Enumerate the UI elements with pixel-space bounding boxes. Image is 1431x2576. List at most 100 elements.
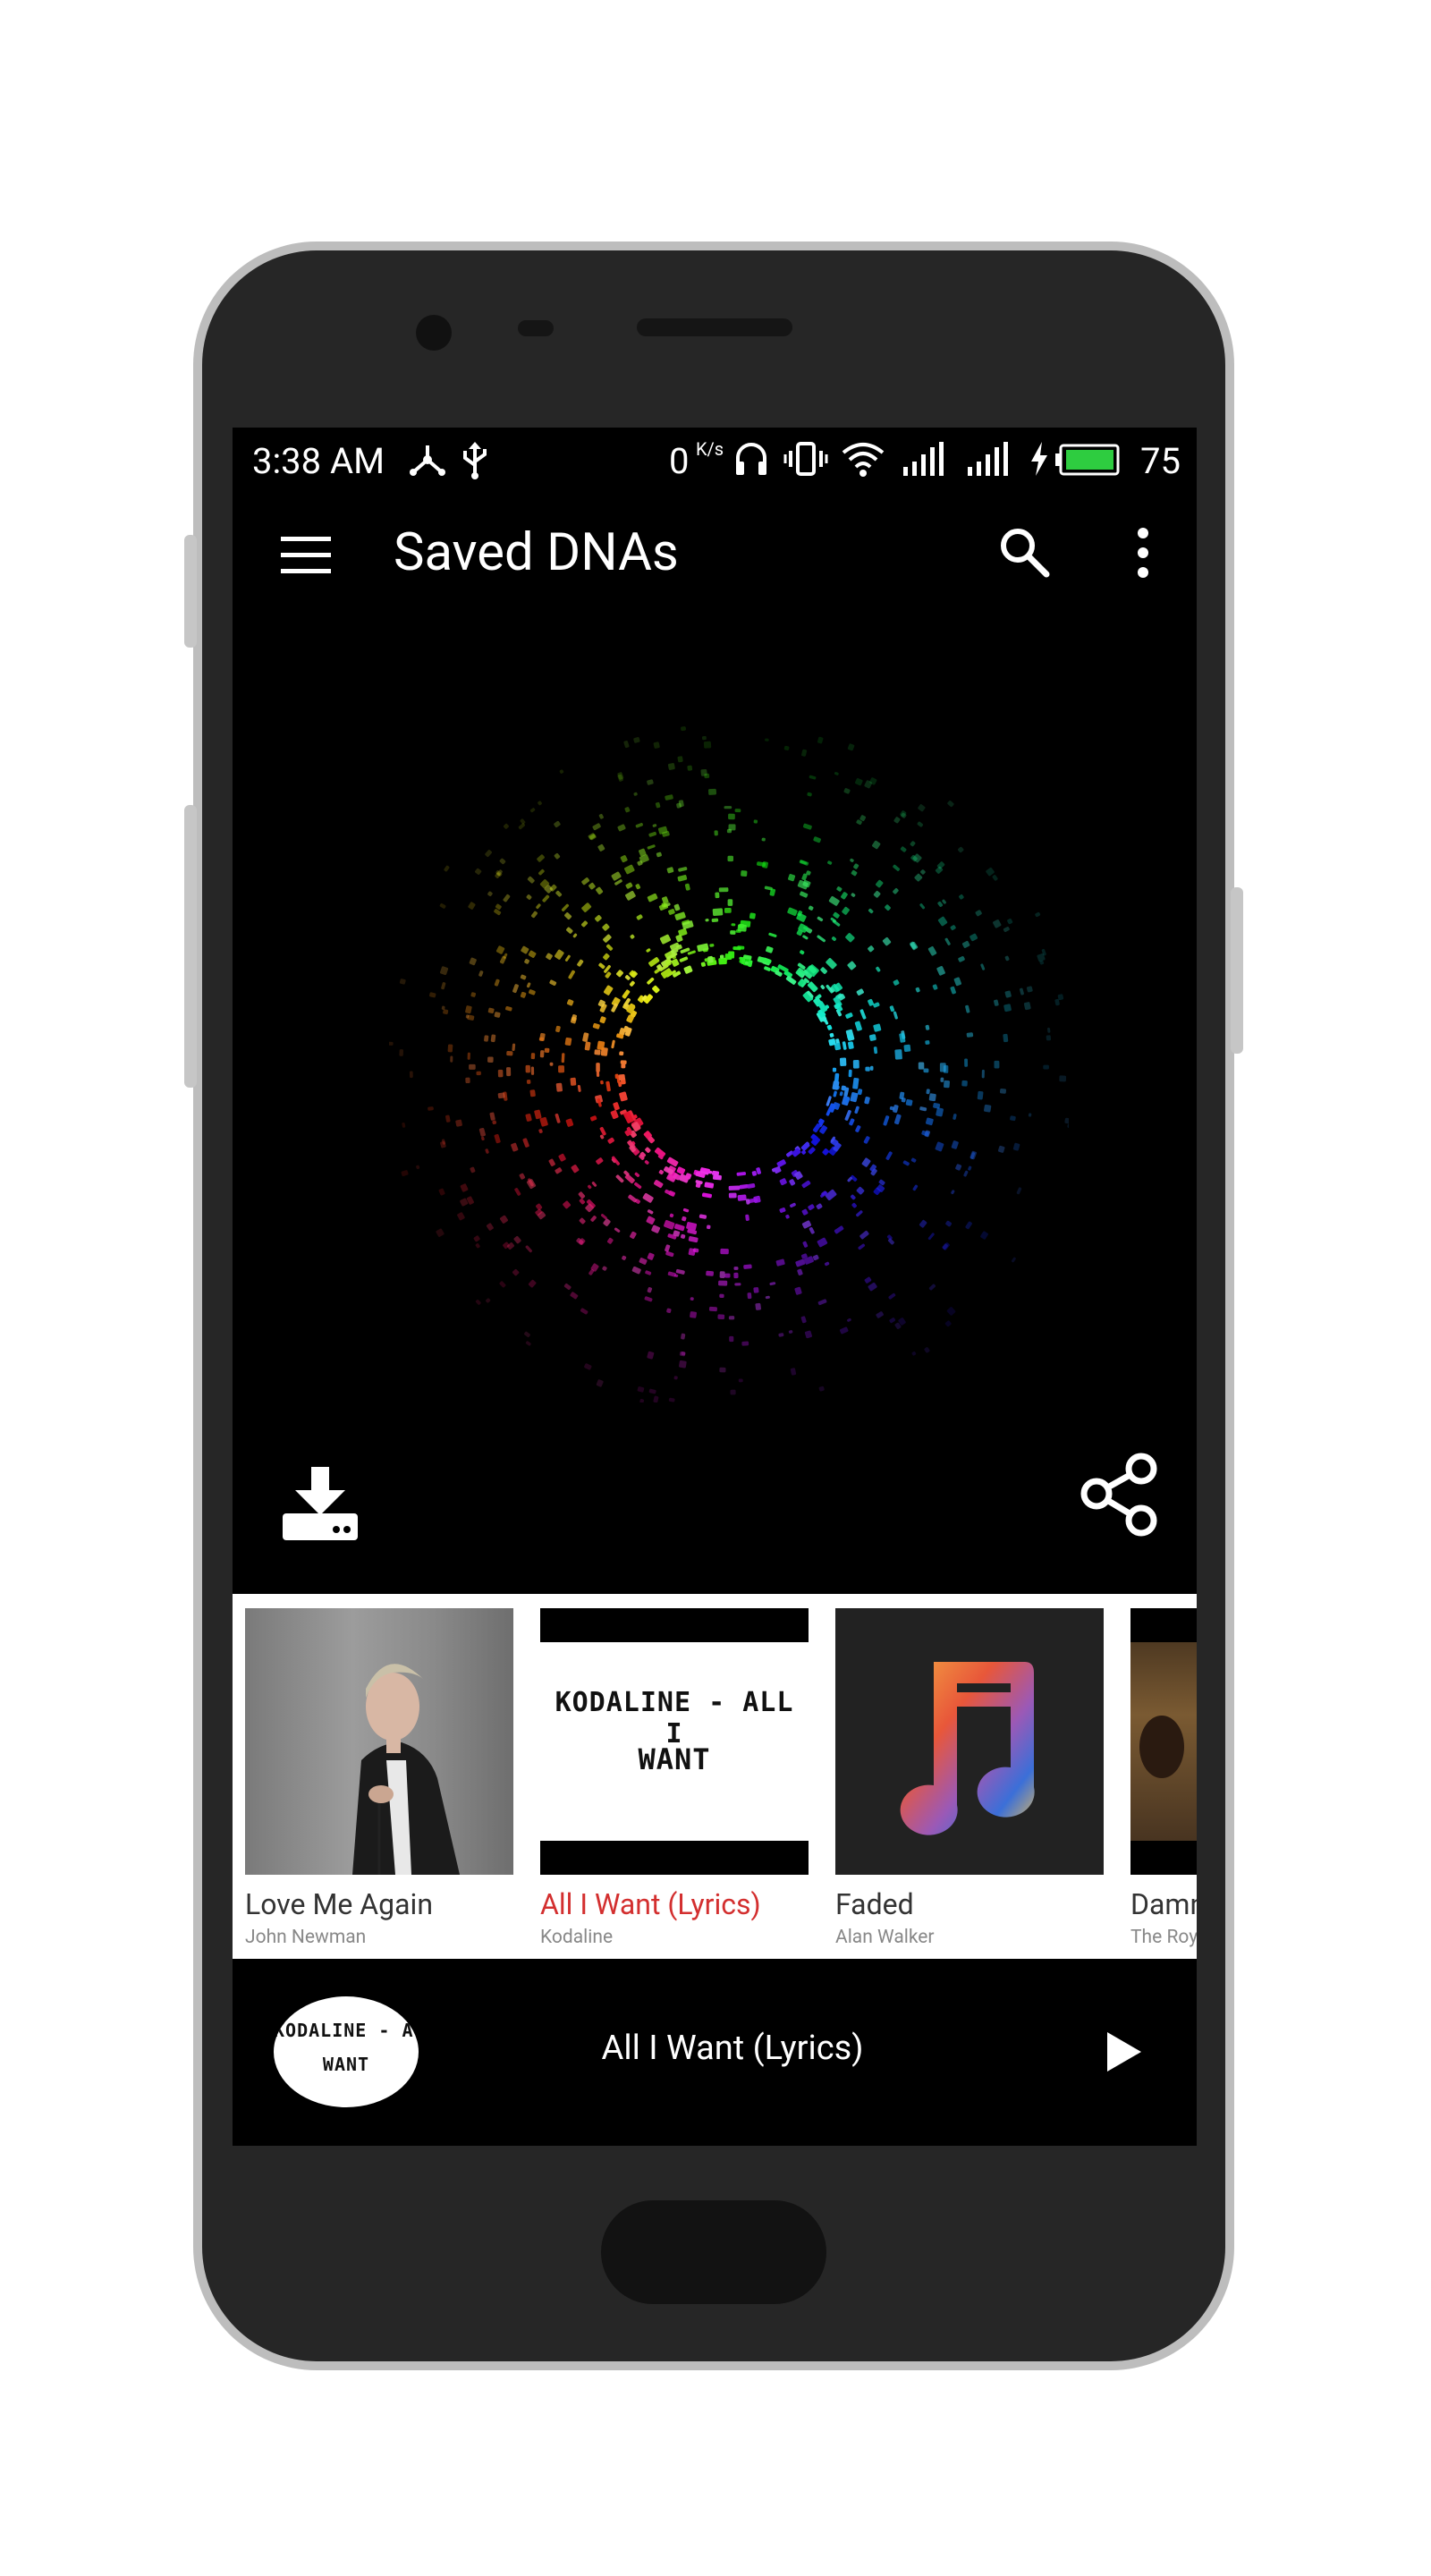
dna-particle	[485, 1148, 489, 1154]
home-button[interactable]	[601, 2200, 826, 2304]
dna-particle	[494, 909, 502, 916]
dna-particle	[822, 1148, 829, 1156]
dna-particle	[605, 1080, 611, 1092]
dna-particle	[647, 1209, 654, 1215]
dna-particle	[481, 1136, 485, 1141]
dna-particle	[809, 775, 817, 780]
battery-level: 75	[1140, 440, 1181, 482]
dna-particle	[565, 1118, 574, 1127]
download-icon[interactable]	[279, 1465, 361, 1542]
dna-particle	[475, 1299, 481, 1305]
dna-particle	[440, 966, 449, 976]
dna-particle	[947, 801, 954, 808]
dna-particle	[455, 1119, 462, 1127]
dna-particle	[970, 1150, 977, 1160]
page-title: Saved DNAs	[394, 522, 679, 583]
dna-particle	[634, 1172, 640, 1177]
dna-particle	[751, 1171, 758, 1176]
dna-particle	[797, 1268, 803, 1275]
play-icon[interactable]	[1104, 2030, 1143, 2073]
dna-particle	[868, 1034, 876, 1041]
list-item[interactable]: Faded Alan Walker	[835, 1608, 1104, 1959]
dna-particle	[631, 1266, 641, 1275]
dna-particle	[936, 1107, 944, 1117]
saved-songs-list[interactable]: Love Me Again John Newman KODALINE - ALL…	[233, 1594, 1197, 1959]
hamburger-menu-icon[interactable]	[279, 535, 333, 576]
dna-particle	[720, 1248, 729, 1255]
dna-particle	[633, 792, 638, 796]
list-item[interactable]: KODALINE - ALL I WANT All I Want (Lyrics…	[540, 1608, 809, 1959]
dna-particle	[527, 876, 535, 884]
dna-particle	[460, 1183, 469, 1192]
dna-particle	[836, 886, 843, 892]
dna-particle	[652, 824, 657, 827]
dna-particle	[401, 1170, 409, 1177]
dna-particle	[804, 1330, 812, 1339]
dna-particle	[734, 809, 741, 813]
search-icon[interactable]	[996, 524, 1054, 581]
dna-particle	[785, 1214, 790, 1219]
dna-particle	[399, 979, 406, 985]
dna-particle	[564, 954, 571, 962]
dna-particle	[555, 949, 564, 960]
dna-particle	[977, 1090, 984, 1100]
dna-particle	[570, 1077, 577, 1086]
more-vert-icon[interactable]	[1127, 524, 1159, 581]
dna-particle	[790, 1368, 797, 1376]
dna-particle	[817, 1237, 828, 1248]
dna-particle	[666, 1157, 679, 1167]
dna-particle	[779, 1178, 787, 1186]
dna-particle	[1026, 986, 1033, 993]
dna-particle	[734, 1283, 741, 1286]
dna-particle	[802, 935, 809, 940]
dna-particle	[570, 1292, 579, 1300]
dna-particle	[620, 855, 628, 863]
dna-particle	[704, 773, 710, 779]
dna-particle	[555, 1025, 561, 1033]
dna-particle	[1067, 1123, 1069, 1129]
dna-particle	[800, 891, 809, 898]
dna-particle	[674, 911, 686, 920]
dna-particle	[497, 1069, 504, 1078]
dna-particle	[944, 1080, 950, 1089]
dna-particle	[665, 1250, 674, 1258]
proximity-sensor	[518, 320, 554, 336]
dna-particle	[925, 1040, 930, 1045]
dna-particle	[605, 944, 614, 951]
dna-particle	[525, 1341, 531, 1346]
list-item[interactable]: Love Me Again John Newman	[245, 1608, 513, 1959]
dna-particle	[549, 1062, 554, 1066]
dna-particle	[966, 1032, 974, 1038]
dna-particle	[549, 979, 557, 986]
dna-particle	[1012, 1142, 1020, 1151]
dna-particle	[652, 985, 660, 994]
dna-particle	[589, 1115, 597, 1122]
list-item[interactable]: Damn The Roy	[1130, 1608, 1197, 1959]
dna-particle	[1047, 1027, 1051, 1033]
dna-particle	[588, 882, 596, 890]
dna-particle	[542, 894, 550, 902]
dna-particle	[1010, 1115, 1016, 1122]
dna-particle	[944, 937, 951, 945]
dna-particle	[644, 1160, 649, 1165]
dna-particle	[839, 1057, 847, 1066]
dna-particle	[994, 999, 999, 1006]
dna-particle	[869, 1065, 874, 1071]
dna-particle	[844, 1109, 851, 1121]
dna-particle	[831, 936, 837, 942]
dna-particle	[732, 946, 741, 951]
dna-particle	[521, 945, 529, 954]
dna-particle	[800, 1316, 807, 1324]
dna-particle	[659, 934, 672, 945]
dna-particle	[487, 891, 493, 897]
thumbnail-text: WANT	[638, 1742, 711, 1776]
dna-particle	[505, 1005, 512, 1012]
dna-particle	[614, 1227, 621, 1233]
dna-particle	[577, 1085, 581, 1092]
dna-particle	[673, 1376, 678, 1380]
now-playing-bar[interactable]: KODALINE - ALL I WANT All I Want (Lyrics…	[233, 1959, 1197, 2146]
dna-particle	[467, 1052, 470, 1060]
share-icon[interactable]	[1077, 1451, 1161, 1538]
dna-particle	[499, 1215, 508, 1224]
dna-particle	[558, 1065, 565, 1073]
